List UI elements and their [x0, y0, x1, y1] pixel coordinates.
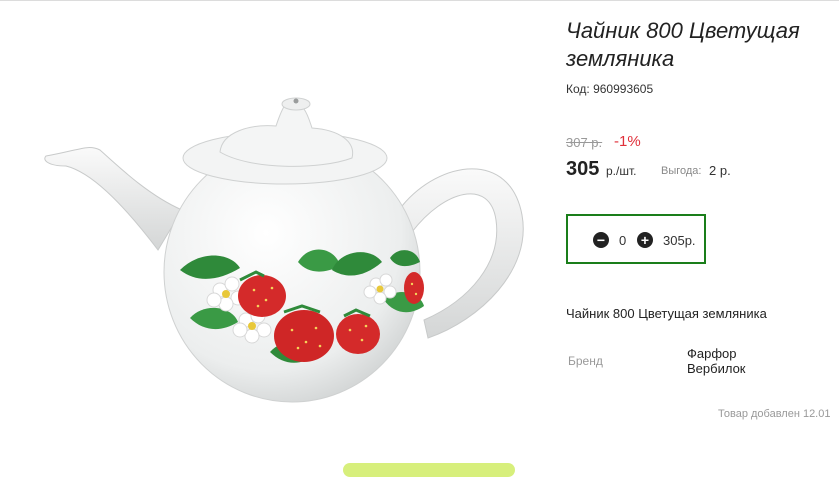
old-price: 307 р. [566, 135, 603, 150]
benefit-value: 2 р. [709, 163, 731, 178]
brand-label: Бренд [568, 354, 603, 368]
quantity-total: 305р. [663, 233, 696, 248]
product-description: Чайник 800 Цветущая земляника [566, 306, 767, 321]
brand-value[interactable]: Фарфор Вербилок [687, 346, 787, 376]
minus-icon[interactable]: − [593, 232, 609, 248]
discount-badge: -1% [614, 133, 641, 150]
bottom-action-button[interactable] [343, 463, 515, 477]
plus-icon[interactable]: + [637, 232, 653, 248]
added-date: Товар добавлен 12.01 [718, 408, 831, 420]
quantity-stepper: − 0 + 305р. [566, 214, 706, 264]
current-price: 305 [566, 158, 600, 180]
product-image[interactable] [40, 0, 555, 469]
price-unit: р./шт. [606, 164, 637, 178]
product-title: Чайник 800 Цветущая земляника [566, 18, 800, 71]
benefit-label: Выгода: [661, 165, 702, 177]
product-code: Код: 960993605 [566, 82, 654, 96]
quantity-value: 0 [619, 233, 627, 248]
teapot-illustration [44, 97, 524, 403]
